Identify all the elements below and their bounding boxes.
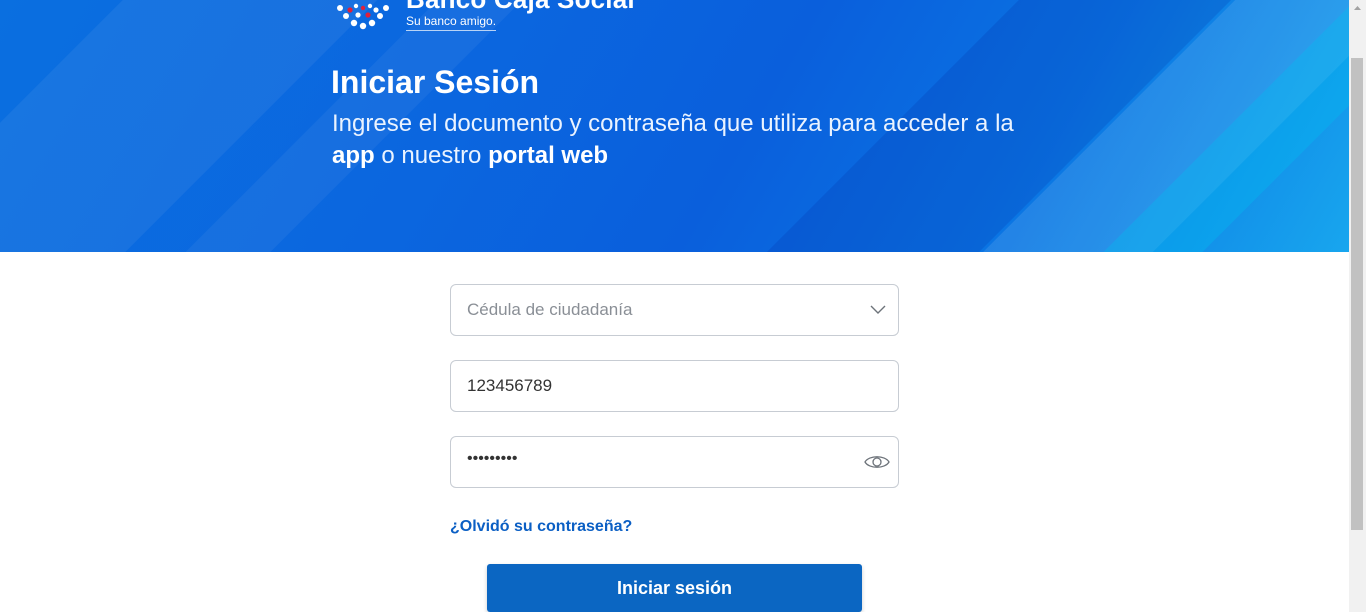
password-value: ••••••••• (467, 450, 518, 467)
scroll-up-arrow-icon[interactable] (1349, 0, 1366, 17)
chevron-down-icon (870, 301, 886, 317)
subtitle-text: o nuestro (374, 142, 489, 169)
brand-logo[interactable]: Banco Caja Social Su banco amigo. (332, 0, 635, 32)
password-input[interactable]: ••••••••• (450, 436, 899, 488)
subtitle-text: Ingrese el documento y contraseña que ut… (332, 110, 1014, 137)
forgot-password-link[interactable]: ¿Olvidó su contraseña? (450, 518, 632, 536)
login-hero-banner: Banco Caja Social Su banco amigo. Inicia… (0, 0, 1349, 252)
document-number-value: 123456789 (467, 376, 553, 395)
subtitle-app-emphasis: app (332, 142, 375, 169)
subtitle-portal-emphasis: portal web (488, 142, 609, 169)
document-number-input[interactable]: 123456789 (450, 360, 899, 412)
brand-name: Banco Caja Social (406, 0, 635, 12)
login-submit-button[interactable]: Iniciar sesión (487, 564, 862, 612)
page-title: Iniciar Sesión (331, 64, 540, 100)
document-type-value: Cédula de ciudadanía (467, 300, 633, 319)
page-subtitle: Ingrese el documento y contraseña que ut… (332, 108, 1032, 172)
scrollbar-thumb[interactable] (1351, 58, 1363, 530)
document-type-select[interactable]: Cédula de ciudadanía (450, 284, 899, 336)
bank-logo-icon (332, 0, 394, 32)
eye-icon[interactable] (864, 450, 890, 474)
page-scrollbar[interactable] (1349, 0, 1366, 612)
brand-tagline: Su banco amigo. (406, 14, 497, 31)
